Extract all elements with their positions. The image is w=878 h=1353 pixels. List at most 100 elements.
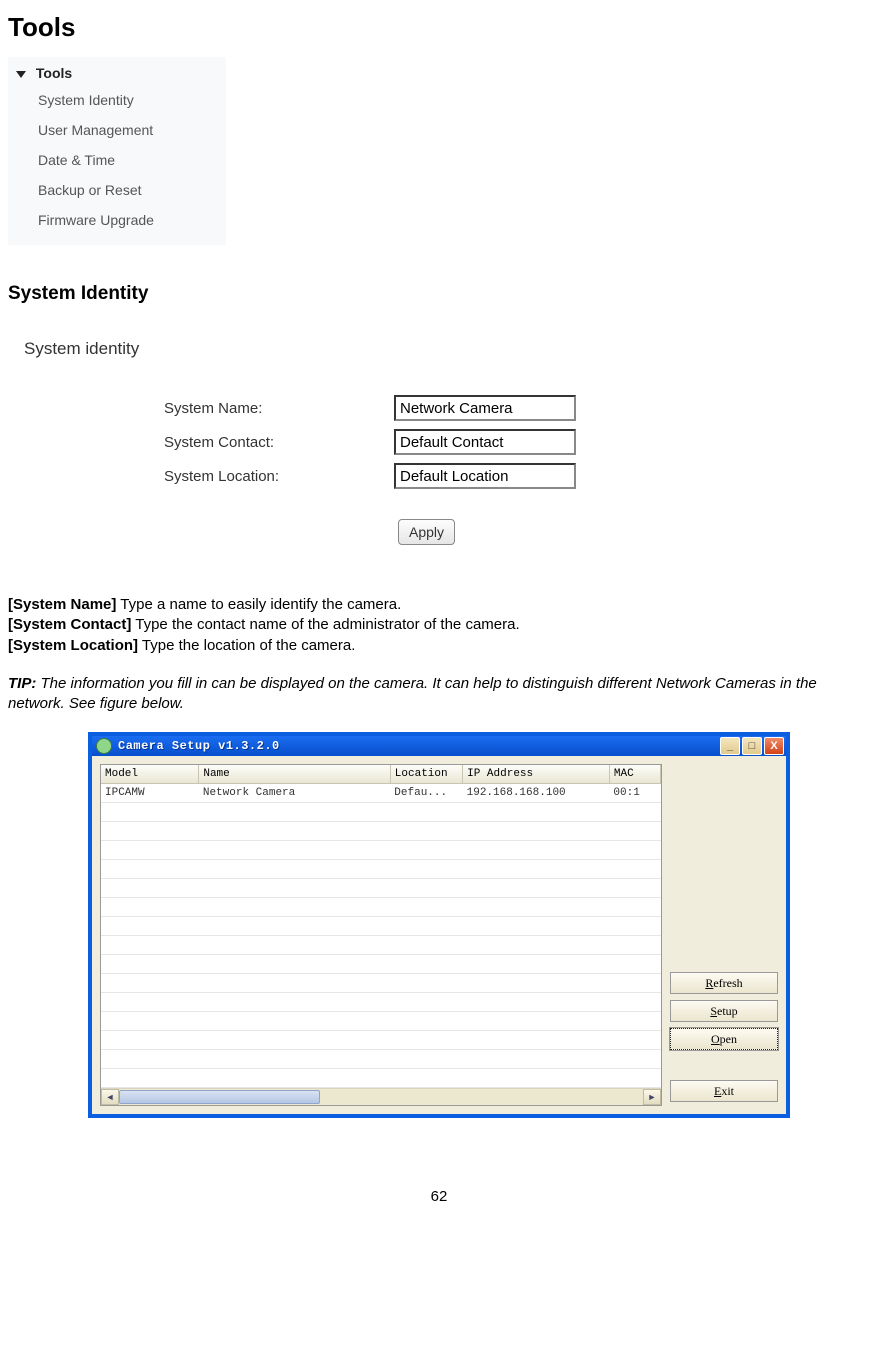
table-row[interactable]	[101, 803, 661, 822]
cell	[199, 860, 390, 879]
table-row[interactable]	[101, 822, 661, 841]
cell	[199, 936, 390, 955]
input-system-location[interactable]	[394, 463, 576, 489]
cell	[101, 841, 199, 860]
cell	[609, 860, 660, 879]
cell	[390, 974, 462, 993]
window-title: Camera Setup v1.3.2.0	[118, 739, 280, 753]
col-ip[interactable]: IP Address	[463, 765, 610, 784]
refresh-button[interactable]: Refresh	[670, 972, 778, 994]
input-system-contact[interactable]	[394, 429, 576, 455]
table-row[interactable]	[101, 879, 661, 898]
col-location[interactable]: Location	[390, 765, 462, 784]
cell	[390, 860, 462, 879]
scroll-right-icon[interactable]: ►	[643, 1089, 661, 1105]
desc-text: Type the location of the camera.	[138, 637, 355, 654]
tip-text: The information you fill in can be displ…	[8, 675, 817, 712]
maximize-button[interactable]: □	[742, 737, 762, 755]
cell	[609, 879, 660, 898]
table-row[interactable]	[101, 860, 661, 879]
menu-item-user-management[interactable]: User Management	[16, 115, 218, 145]
row-system-name: System Name:	[24, 395, 654, 421]
system-identity-panel-title: System identity	[24, 339, 654, 359]
cell	[463, 841, 610, 860]
col-name[interactable]: Name	[199, 765, 390, 784]
desc-text: Type the contact name of the administrat…	[131, 616, 519, 633]
tools-menu-header[interactable]: Tools	[16, 61, 218, 85]
table-row[interactable]	[101, 936, 661, 955]
camera-setup-figure: Camera Setup v1.3.2.0 _ □ X Model Name	[88, 732, 790, 1118]
close-button[interactable]: X	[764, 737, 784, 755]
exit-button[interactable]: Exit	[670, 1080, 778, 1102]
cell	[463, 1031, 610, 1050]
cell	[390, 955, 462, 974]
cell	[390, 898, 462, 917]
cell	[463, 1012, 610, 1031]
table-row[interactable]	[101, 955, 661, 974]
table-row[interactable]	[101, 993, 661, 1012]
open-button[interactable]: Open	[670, 1028, 778, 1050]
cell: 00:1	[609, 784, 660, 803]
cell	[390, 1050, 462, 1069]
cell	[101, 955, 199, 974]
table-row[interactable]	[101, 1012, 661, 1031]
tip-label: TIP:	[8, 675, 36, 692]
col-mac[interactable]: MAC	[609, 765, 660, 784]
minimize-button[interactable]: _	[720, 737, 740, 755]
cell	[199, 1069, 390, 1088]
cell	[199, 879, 390, 898]
menu-item-firmware-upgrade[interactable]: Firmware Upgrade	[16, 205, 218, 235]
window-titlebar[interactable]: Camera Setup v1.3.2.0 _ □ X	[92, 736, 786, 756]
cell	[463, 936, 610, 955]
cell	[609, 803, 660, 822]
cell	[609, 1050, 660, 1069]
horizontal-scrollbar[interactable]: ◄ ►	[101, 1088, 661, 1105]
cell	[101, 803, 199, 822]
setup-button[interactable]: Setup	[670, 1000, 778, 1022]
cell	[101, 879, 199, 898]
cell	[101, 1050, 199, 1069]
menu-item-backup-reset[interactable]: Backup or Reset	[16, 175, 218, 205]
cell	[101, 993, 199, 1012]
table-row[interactable]	[101, 974, 661, 993]
cell	[390, 993, 462, 1012]
apply-button[interactable]: Apply	[398, 519, 455, 545]
cell	[199, 955, 390, 974]
cell	[199, 974, 390, 993]
cell	[101, 936, 199, 955]
desc-text: Type a name to easily identify the camer…	[116, 596, 401, 613]
table-row[interactable]: IPCAMWNetwork CameraDefau...192.168.168.…	[101, 784, 661, 803]
cell	[463, 898, 610, 917]
cell	[463, 917, 610, 936]
table-row[interactable]	[101, 1069, 661, 1088]
table-row[interactable]	[101, 1050, 661, 1069]
cell	[101, 898, 199, 917]
cell	[199, 993, 390, 1012]
scroll-left-icon[interactable]: ◄	[101, 1089, 119, 1105]
cell	[463, 879, 610, 898]
cell	[609, 841, 660, 860]
tip-paragraph: TIP: The information you fill in can be …	[8, 674, 870, 715]
desc-term: [System Name]	[8, 596, 116, 613]
table-row[interactable]	[101, 917, 661, 936]
desc-system-contact: [System Contact] Type the contact name o…	[8, 615, 870, 635]
input-system-name[interactable]	[394, 395, 576, 421]
table-row[interactable]	[101, 1031, 661, 1050]
cell	[609, 1069, 660, 1088]
app-icon	[96, 738, 112, 754]
cell: IPCAMW	[101, 784, 199, 803]
cell	[199, 1031, 390, 1050]
cell	[199, 822, 390, 841]
scroll-track[interactable]	[119, 1090, 643, 1104]
cell	[463, 860, 610, 879]
table-row[interactable]	[101, 898, 661, 917]
col-model[interactable]: Model	[101, 765, 199, 784]
menu-item-date-time[interactable]: Date & Time	[16, 145, 218, 175]
menu-item-system-identity[interactable]: System Identity	[16, 85, 218, 115]
camera-list-grid[interactable]: Model Name Location IP Address MAC IPCAM…	[100, 764, 662, 1106]
table-row[interactable]	[101, 841, 661, 860]
scroll-thumb[interactable]	[119, 1090, 320, 1104]
cell	[609, 936, 660, 955]
cell: Defau...	[390, 784, 462, 803]
system-identity-panel: System identity System Name: System Cont…	[8, 325, 654, 555]
